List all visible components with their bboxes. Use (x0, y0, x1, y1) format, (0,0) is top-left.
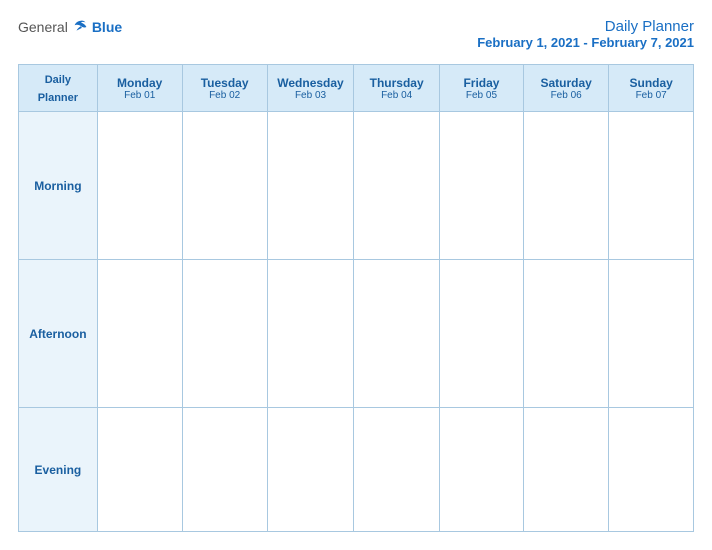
col-header-sun: Sunday Feb 07 (609, 65, 694, 112)
morning-sat-cell[interactable] (523, 112, 608, 260)
afternoon-sun-cell[interactable] (609, 260, 694, 408)
header-row: DailyPlanner Monday Feb 01 Tuesday Feb 0… (19, 65, 694, 112)
col-header-wed: Wednesday Feb 03 (267, 65, 354, 112)
afternoon-tue-cell[interactable] (182, 260, 267, 408)
morning-label: Morning (19, 112, 98, 260)
calendar-table: DailyPlanner Monday Feb 01 Tuesday Feb 0… (18, 64, 694, 532)
col-header-label: DailyPlanner (19, 65, 98, 112)
evening-sat-cell[interactable] (523, 408, 608, 532)
logo-blue-text: Blue (92, 19, 122, 35)
afternoon-thu-cell[interactable] (354, 260, 440, 408)
col-header-thu: Thursday Feb 04 (354, 65, 440, 112)
evening-row: Evening (19, 408, 694, 532)
morning-sun-cell[interactable] (609, 112, 694, 260)
title-main: Daily Planner (477, 18, 694, 35)
morning-tue-cell[interactable] (182, 112, 267, 260)
title-sub: February 1, 2021 - February 7, 2021 (477, 35, 694, 50)
evening-wed-cell[interactable] (267, 408, 354, 532)
afternoon-wed-cell[interactable] (267, 260, 354, 408)
logo-general-text: General (18, 19, 68, 35)
morning-row: Morning (19, 112, 694, 260)
col-header-fri: Friday Feb 05 (439, 65, 523, 112)
col-header-mon: Monday Feb 01 (97, 65, 182, 112)
evening-thu-cell[interactable] (354, 408, 440, 532)
evening-tue-cell[interactable] (182, 408, 267, 532)
morning-thu-cell[interactable] (354, 112, 440, 260)
evening-sun-cell[interactable] (609, 408, 694, 532)
page: General Blue Daily Planner February 1, 2… (0, 0, 712, 550)
evening-label: Evening (19, 408, 98, 532)
afternoon-fri-cell[interactable] (439, 260, 523, 408)
header: General Blue Daily Planner February 1, 2… (18, 18, 694, 50)
afternoon-mon-cell[interactable] (97, 260, 182, 408)
afternoon-sat-cell[interactable] (523, 260, 608, 408)
afternoon-row: Afternoon (19, 260, 694, 408)
morning-fri-cell[interactable] (439, 112, 523, 260)
morning-mon-cell[interactable] (97, 112, 182, 260)
logo-area: General Blue (18, 18, 122, 36)
col-header-sat: Saturday Feb 06 (523, 65, 608, 112)
afternoon-label: Afternoon (19, 260, 98, 408)
logo: General Blue (18, 18, 122, 36)
col-header-tue: Tuesday Feb 02 (182, 65, 267, 112)
evening-mon-cell[interactable] (97, 408, 182, 532)
morning-wed-cell[interactable] (267, 112, 354, 260)
evening-fri-cell[interactable] (439, 408, 523, 532)
title-area: Daily Planner February 1, 2021 - Februar… (477, 18, 694, 50)
logo-bird-icon (72, 18, 90, 36)
